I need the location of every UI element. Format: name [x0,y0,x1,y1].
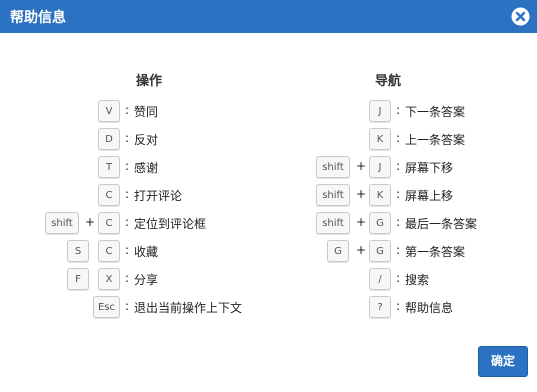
key-cap: shift [45,212,79,234]
shortcut-row: S C : 收藏 [0,240,290,264]
shortcut-description: 退出当前操作上下文 [134,301,243,315]
shortcut-separator: : [125,215,130,229]
key-cap: shift [316,156,350,178]
shortcut-separator: : [125,271,130,285]
shortcut-description: 赞同 [134,105,159,119]
key-cap: ? [369,296,391,318]
key-cap: D [98,128,120,150]
shortcut-description: 下一条答案 [405,105,466,119]
shortcut-description: 帮助信息 [405,301,454,315]
key-cap: V [98,100,120,122]
key-cap: J [369,100,391,122]
plus-sign: + [85,215,96,229]
shortcut-row: K : 上一条答案 [300,128,537,152]
key-cap: shift [316,212,350,234]
shortcut-separator: : [125,103,130,117]
shortcut-row: C : 打开评论 [0,184,290,208]
shortcut-separator: : [396,215,401,229]
shortcut-separator: : [125,299,130,313]
key-cap: X [98,268,120,290]
shortcut-row: Esc : 退出当前操作上下文 [0,296,290,320]
shortcut-row: shift + J : 屏幕下移 [300,156,537,180]
key-cap: T [98,156,120,178]
dialog-titlebar: 帮助信息 [0,0,537,33]
shortcut-separator: : [125,243,130,257]
shortcut-description: 最后一条答案 [405,217,478,231]
ok-button[interactable]: 确定 [478,346,528,377]
shortcut-separator: : [396,243,401,257]
shortcut-description: 打开评论 [134,189,183,203]
plus-sign: + [356,159,367,173]
shortcut-description: 屏幕上移 [405,189,454,203]
key-cap: shift [316,184,350,206]
key-cap: G [369,240,391,262]
shortcut-separator: : [125,187,130,201]
key-cap: S [67,240,89,262]
shortcut-description: 屏幕下移 [405,161,454,175]
shortcut-separator: : [125,159,130,173]
key-cap: J [369,156,391,178]
navigation-title: 导航 [375,74,402,89]
shortcut-description: 搜索 [405,273,430,287]
shortcut-separator: : [396,159,401,173]
help-dialog: 帮助信息 操作 V : 赞同 D : 反对 T : 感谢 C : 打开评论 sh… [0,0,537,392]
key-cap: K [369,184,391,206]
close-icon[interactable] [511,7,530,26]
key-cap: C [98,184,120,206]
shortcut-row: J : 下一条答案 [300,100,537,124]
shortcut-row: G + G : 第一条答案 [300,240,537,264]
key-cap: G [327,240,349,262]
shortcut-separator: : [396,103,401,117]
shortcut-description: 第一条答案 [405,245,466,259]
shortcut-row: ? : 帮助信息 [300,296,537,320]
shortcut-description: 上一条答案 [405,133,466,147]
shortcut-row: shift + K : 屏幕上移 [300,184,537,208]
shortcut-row: / : 搜索 [300,268,537,292]
plus-sign: + [356,243,367,257]
shortcut-description: 反对 [134,133,159,147]
shortcut-description: 感谢 [134,161,159,175]
actions-title: 操作 [136,74,163,89]
shortcut-separator: : [125,131,130,145]
key-cap: C [98,212,120,234]
key-cap: C [98,240,120,262]
shortcut-description: 分享 [134,273,159,287]
key-cap: / [369,268,391,290]
key-cap: F [67,268,89,290]
key-cap: K [369,128,391,150]
shortcut-row: T : 感谢 [0,156,290,180]
shortcut-row: D : 反对 [0,128,290,152]
shortcut-row: V : 赞同 [0,100,290,124]
plus-sign: + [356,215,367,229]
shortcut-row: shift + G : 最后一条答案 [300,212,537,236]
shortcut-description: 收藏 [134,245,159,259]
shortcut-separator: : [396,271,401,285]
shortcut-description: 定位到评论框 [134,217,207,231]
key-cap: G [369,212,391,234]
dialog-title: 帮助信息 [10,10,66,26]
shortcut-separator: : [396,131,401,145]
plus-sign: + [356,187,367,201]
key-cap: Esc [93,296,120,318]
shortcut-separator: : [396,299,401,313]
shortcut-row: F X : 分享 [0,268,290,292]
shortcut-separator: : [396,187,401,201]
shortcut-row: shift + C : 定位到评论框 [0,212,290,236]
